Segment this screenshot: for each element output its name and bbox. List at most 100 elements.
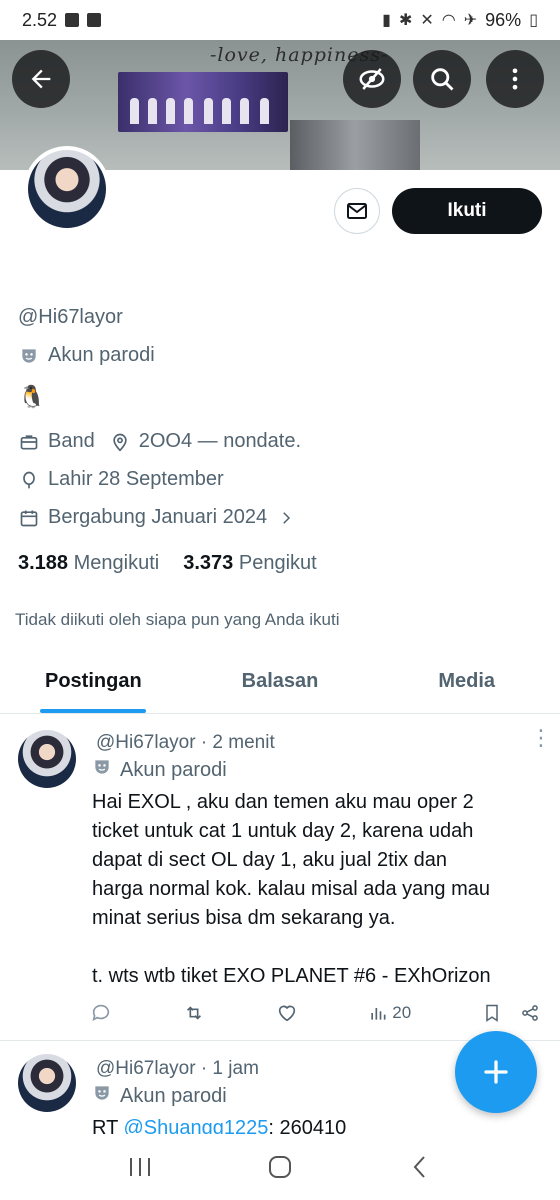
banner-photo-stage	[118, 72, 288, 132]
more-vertical-icon	[512, 68, 518, 90]
balloon-icon	[18, 469, 40, 491]
post-parody-text: Akun parodi	[120, 758, 227, 781]
home-button[interactable]	[255, 1147, 305, 1187]
follow-stats: 3.188 Mengikuti 3.373 Pengikut	[18, 552, 317, 575]
battery-icon: ▯	[529, 12, 538, 29]
message-button[interactable]	[334, 188, 380, 234]
reply-button[interactable]	[90, 1002, 112, 1024]
like-button[interactable]	[276, 1002, 298, 1024]
post-parody-label: Akun parodi	[92, 757, 227, 783]
profile-location: 2OO4 — nondate.	[138, 430, 302, 452]
followers-link[interactable]: 3.373 Pengikut	[183, 552, 316, 575]
post-line: t. wts wtb tiket EXO PLANET #6 - EXhOriz…	[92, 965, 491, 987]
post-avatar[interactable]	[18, 730, 76, 788]
battery-percent: 96%	[485, 9, 522, 30]
post-line: ticket untuk cat 1 untuk day 2, karena u…	[92, 820, 474, 842]
post-text: RT @Shuangg1225: 260410	[92, 1114, 540, 1134]
tab-posts[interactable]: Postingan	[0, 650, 187, 713]
profile-category-location: Band 2OO4 — nondate.	[18, 430, 301, 453]
back-button[interactable]	[12, 50, 70, 108]
home-icon	[269, 1156, 291, 1178]
location-pin-icon	[109, 431, 131, 453]
parody-label: Akun parodi	[18, 344, 155, 367]
status-left: 2.52	[22, 9, 102, 31]
share-icon[interactable]	[520, 1002, 540, 1024]
back-arrow-icon	[31, 69, 51, 89]
following-link[interactable]: 3.188 Mengikuti	[18, 552, 159, 575]
following-count: 3.188	[18, 552, 69, 574]
views-button[interactable]: 20	[368, 1003, 411, 1023]
post-line: dapat di sect OL day 1, aku jual 2tix da…	[92, 849, 448, 871]
profile-birthday: Lahir 28 September	[18, 468, 224, 491]
banner-photo-group	[290, 120, 420, 170]
bookmark-share-group	[482, 1002, 540, 1024]
tab-replies[interactable]: Balasan	[187, 650, 374, 713]
search-button[interactable]	[413, 50, 471, 108]
rt-prefix: RT	[92, 1117, 118, 1134]
post-text: Hai EXOL , aku dan temen aku mau oper 2 …	[92, 788, 540, 991]
bar-chart-icon	[371, 1008, 386, 1020]
following-label: Mengikuti	[73, 552, 160, 574]
post-more-icon[interactable]: ⋮	[530, 727, 552, 749]
post-line: Hai EXOL , aku dan temen aku mau oper 2	[92, 791, 474, 813]
briefcase-icon	[18, 431, 40, 453]
followers-label: Pengikut	[238, 552, 317, 574]
bookmark-icon[interactable]	[482, 1002, 502, 1024]
recent-apps-button[interactable]	[115, 1147, 165, 1187]
calendar-icon	[18, 507, 40, 529]
recent-apps-icon	[130, 1158, 150, 1176]
repost-icon	[186, 1006, 201, 1020]
bluetooth-icon: ✱	[398, 12, 413, 29]
reply-icon	[92, 1004, 110, 1021]
rt-rest: : 260410	[268, 1117, 347, 1134]
envelope-icon	[347, 203, 367, 219]
parody-mask-icon	[92, 1083, 112, 1109]
post-header: @Hi67layor · 2 menit	[96, 732, 275, 753]
search-icon	[431, 68, 454, 91]
hide-button[interactable]	[343, 50, 401, 108]
profile-handle: @Hi67layor	[18, 306, 123, 328]
post-line	[92, 933, 540, 962]
not-followed-notice: Tidak diikuti oleh siapa pun yang Anda i…	[15, 610, 340, 629]
views-count: 20	[392, 1003, 412, 1022]
profile-category: Band	[48, 430, 95, 452]
system-back-button[interactable]	[395, 1147, 445, 1187]
plus-icon	[484, 1060, 508, 1084]
eye-slash-icon	[359, 68, 385, 90]
post-actions: 20	[90, 1002, 540, 1024]
airplane-icon: ✈	[463, 12, 478, 29]
more-options-button[interactable]	[486, 50, 544, 108]
heart-icon	[278, 1005, 295, 1022]
mute-icon: ✕	[420, 12, 434, 29]
profile-tabs: Postingan Balasan Media	[0, 650, 560, 714]
post-parody-label: Akun parodi	[92, 1083, 227, 1109]
parody-mask-icon	[18, 345, 40, 367]
followers-count: 3.373	[183, 552, 234, 574]
compose-button[interactable]	[455, 1031, 537, 1113]
follow-button[interactable]: Ikuti	[392, 188, 542, 234]
profile-joined-text: Bergabung Januari 2024	[48, 506, 268, 528]
post-line: harga normal kok. kalau misal ada yang m…	[92, 878, 490, 900]
tab-media[interactable]: Media	[373, 650, 560, 713]
system-navigation-bar	[0, 1134, 560, 1200]
post-avatar[interactable]	[18, 1054, 76, 1112]
wifi-icon: ◠	[441, 12, 456, 29]
post-item[interactable]: @Hi67layor · 2 menit ⋮ Akun parodi Hai E…	[0, 714, 560, 1040]
profile-birthday-text: Lahir 28 September	[48, 468, 224, 490]
bio-emoji: 🐧	[18, 384, 46, 409]
repost-button[interactable]	[183, 1002, 205, 1024]
battery-saver-icon: ▮	[382, 12, 391, 29]
post-parody-text: Akun parodi	[120, 1084, 227, 1107]
checkbox-notification-icon	[87, 13, 102, 27]
chevron-left-icon	[413, 1156, 425, 1178]
post-header: @Hi67layor · 1 jam	[96, 1058, 259, 1079]
mention-link[interactable]: @Shuangg1225	[124, 1117, 269, 1134]
status-time: 2.52	[22, 9, 58, 30]
post-line: minat serius bisa dm sekarang ya.	[92, 907, 396, 929]
profile-joined[interactable]: Bergabung Januari 2024	[18, 506, 297, 529]
notification-icon	[65, 13, 80, 27]
parody-mask-icon	[92, 757, 112, 783]
chevron-right-icon	[275, 507, 297, 529]
profile-avatar[interactable]	[24, 146, 110, 232]
parody-label-text: Akun parodi	[48, 344, 155, 366]
